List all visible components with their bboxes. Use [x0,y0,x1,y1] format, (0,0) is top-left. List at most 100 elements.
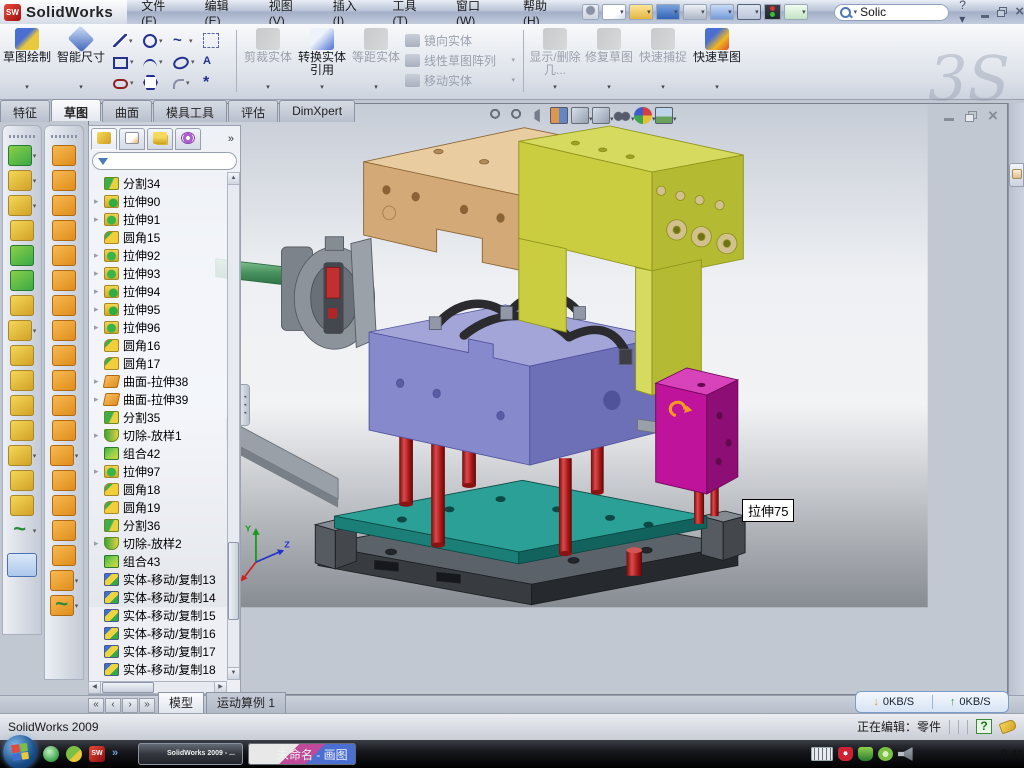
feature-tool-button[interactable] [7,553,37,577]
model-magenta-block[interactable] [656,368,738,494]
taskbar-window-button[interactable]: 未命名 - 画图 [248,743,356,765]
tray-icon[interactable] [978,747,993,761]
tree-item[interactable]: 拉伸97 [88,462,241,480]
chevron-down-icon[interactable]: ▾ [854,8,858,16]
search-box[interactable]: ▾ Solic [834,4,950,21]
sketch-entity-button[interactable] [140,51,170,72]
feature-tool-button[interactable] [8,145,37,166]
tray-icon[interactable] [938,747,953,761]
first-tab-icon[interactable]: « [88,698,104,713]
cmd-button[interactable]: 镜向实体 [405,30,517,50]
surface-tool-button[interactable] [52,270,76,291]
cmd-button[interactable]: 转换实体引用 [296,28,348,92]
feature-tool-button[interactable] [10,370,34,391]
tree-item[interactable]: 分割35 [88,408,241,426]
document-tab[interactable]: 模型 [158,692,204,713]
tree-item[interactable]: 实体-移动/复制18 [88,660,241,678]
tree-item[interactable]: 分割36 [88,516,241,534]
tray-icon[interactable] [811,747,833,761]
panel-splitter-handle[interactable]: ◂◂◂ [241,385,249,425]
surface-tool-button[interactable] [52,145,76,166]
sketch-entity-button[interactable] [170,30,200,51]
toolbar-icon[interactable] [656,4,680,20]
view-tool-icon[interactable] [550,107,568,124]
feature-tool-button[interactable] [10,295,34,316]
sketch-entity-button[interactable] [140,72,170,93]
tree-item[interactable]: 拉伸94 [88,282,241,300]
cmd-button[interactable]: 等距实体 [350,28,402,92]
surface-tool-button[interactable] [50,595,79,616]
scroll-down-icon[interactable] [227,667,240,680]
sketch-entity-button[interactable] [170,72,200,93]
tree-item[interactable]: 圆角19 [88,498,241,516]
tree-item[interactable]: 拉伸91 [88,210,241,228]
panel-tab[interactable] [91,128,117,150]
help-button[interactable]: ? ▾ [959,0,973,26]
quick-launch-icon[interactable] [66,746,82,762]
commandmanager-tab[interactable]: 草图 [51,99,101,121]
toolbar-icon[interactable] [629,4,653,20]
task-pane-tab[interactable] [1009,163,1024,187]
expand-arrow-icon[interactable] [94,214,104,225]
scrollbar-thumb[interactable] [228,542,239,620]
sketch-entity-button[interactable] [200,72,230,93]
feature-tool-button[interactable] [8,320,37,341]
document-tab[interactable]: 运动算例 1 [206,692,286,713]
surface-tool-button[interactable] [52,220,76,241]
cmd-button[interactable]: 剪裁实体 [242,28,294,92]
cmd-button[interactable]: 快速草图 [691,28,743,92]
search-value[interactable]: Solic [860,5,886,19]
tree-item[interactable]: 实体-移动/复制16 [88,624,241,642]
feature-tool-button[interactable] [8,170,37,191]
tree-item[interactable]: 拉伸90 [88,192,241,210]
expand-arrow-icon[interactable] [94,538,104,549]
close-icon[interactable] [1015,5,1024,19]
tree-item[interactable]: 拉伸96 [88,318,241,336]
commandmanager-tab[interactable]: 模具工具 [153,100,227,122]
restore-icon[interactable] [997,7,1007,17]
cmd-button[interactable]: 移动实体 [405,70,517,90]
expand-arrow-icon[interactable] [94,322,104,333]
tree-item[interactable]: 分割34 [88,174,241,192]
doc-minimize-icon[interactable] [944,118,954,121]
tree-item[interactable]: 组合42 [88,444,241,462]
view-tool-icon[interactable] [592,107,610,124]
feature-tool-button[interactable] [10,245,34,266]
expand-arrow-icon[interactable] [94,268,104,279]
last-tab-icon[interactable]: » [139,698,155,713]
surface-tool-button[interactable] [52,195,76,216]
toolbar-icon[interactable] [683,4,707,20]
cmd-button[interactable]: 显示/删除几... [529,28,581,92]
feature-tool-button[interactable] [8,445,37,466]
tray-icon[interactable] [878,747,893,761]
scroll-up-icon[interactable] [227,172,240,185]
cmd-button[interactable]: 线性草图阵列 [405,50,517,70]
cmd-button[interactable]: 智能尺寸 [55,28,107,92]
surface-tool-button[interactable] [52,520,76,541]
tree-item[interactable]: 曲面-拉伸39 [88,390,241,408]
tree-item[interactable]: 切除-放样1 [88,426,241,444]
tray-icon[interactable] [898,747,913,761]
tree-item[interactable]: 拉伸95 [88,300,241,318]
taskbar-clock[interactable]: 9:41 [1001,747,1024,761]
surface-tool-button[interactable] [50,445,79,466]
commandmanager-tab[interactable]: DimXpert [279,100,355,122]
feature-tool-button[interactable] [10,220,34,241]
sketch-entity-button[interactable] [110,51,140,72]
expand-arrow-icon[interactable] [94,196,104,207]
toolbar-icon[interactable] [764,4,781,20]
sketch-entity-button[interactable] [170,51,200,72]
expand-arrow-icon[interactable] [94,286,104,297]
start-button[interactable] [3,735,37,768]
quick-launch-icon[interactable] [43,746,59,762]
expand-arrow-icon[interactable] [94,304,104,315]
commandmanager-tab[interactable]: 评估 [228,100,278,122]
feature-tool-button[interactable] [10,395,34,416]
tag-icon[interactable] [999,719,1018,735]
scroll-left-icon[interactable] [88,681,101,694]
toolbar-icon[interactable] [811,4,828,20]
surface-tool-button[interactable] [52,170,76,191]
feature-tool-button[interactable] [10,270,34,291]
toolbar-icon[interactable] [737,4,761,20]
sketch-entity-button[interactable] [200,51,230,72]
